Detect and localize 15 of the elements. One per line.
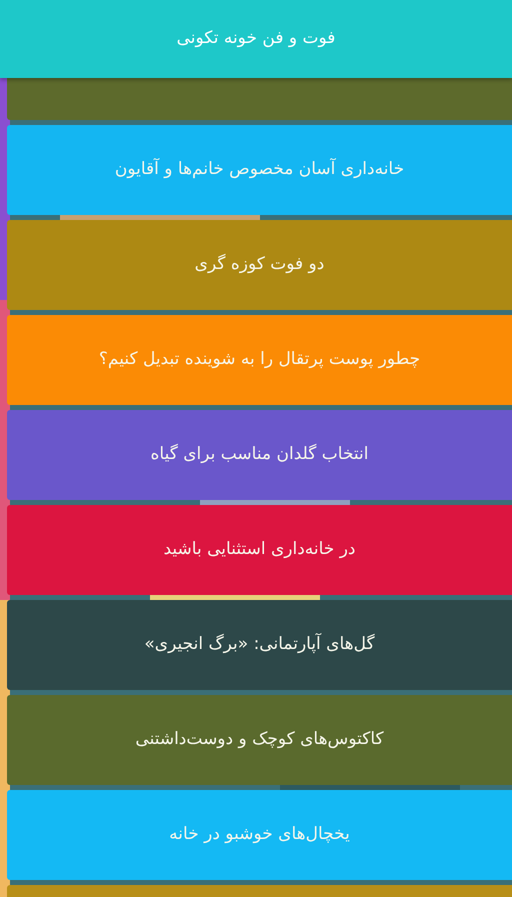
list-item-card[interactable] — [7, 78, 512, 120]
item-title: گل‌های آپارتمانی: «برگ انجیری» — [144, 632, 375, 656]
app-title: فوت و فن خونه تکونی — [176, 27, 336, 50]
item-title: یخچال‌های خوشبو در خانه — [169, 823, 350, 846]
list-item-card[interactable]: کاکتوس‌های کوچک و دوست‌داشتنی — [7, 695, 512, 785]
list-item-card[interactable]: دو فوت کوزه گری — [7, 220, 512, 310]
item-title: در خانه‌داری استثنایی باشید — [164, 538, 356, 562]
item-title: انتخاب گلدان مناسب برای گیاه — [150, 442, 368, 466]
item-title: کاکتوس‌های کوچک و دوست‌داشتنی — [135, 728, 384, 752]
list-item-card[interactable]: در خانه‌داری استثنایی باشید — [7, 505, 512, 595]
list-item-card[interactable]: گل‌های آپارتمانی: «برگ انجیری» — [7, 600, 512, 690]
item-title: چطور پوست پرتقال را به شوینده تبدیل کنیم؟ — [98, 348, 420, 372]
item-title: دو فوت کوزه گری — [194, 252, 324, 276]
list-item-card[interactable]: انتخاب گلدان مناسب برای گیاه — [7, 410, 512, 500]
item-title: خانه‌داری آسان مخصوص خانم‌ها و آقایون — [114, 157, 404, 182]
